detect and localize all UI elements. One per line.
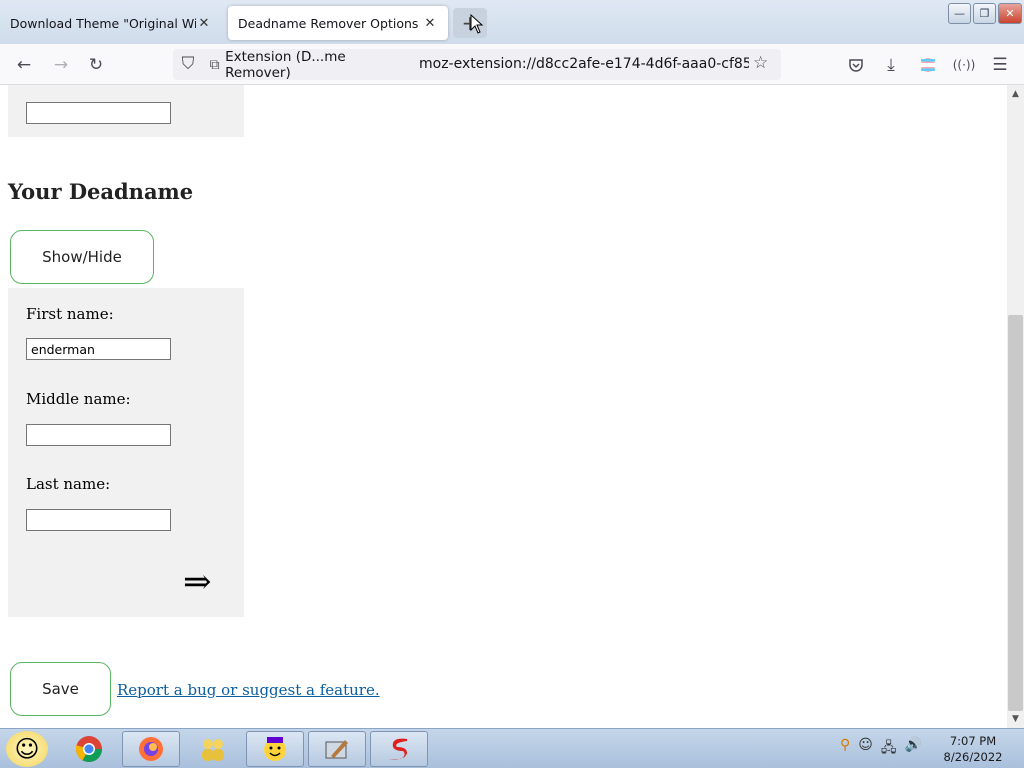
chat-icon[interactable]: ☺: [858, 737, 873, 761]
system-tray: ⚲ ☺ 🖧 🔊: [840, 737, 922, 761]
tab-label: Deadname Remover Options: [238, 15, 419, 31]
tab-deadname-options[interactable]: Deadname Remover Options ✕: [228, 6, 448, 40]
identity-box[interactable]: ⧉ Extension (D...me Remover): [204, 49, 408, 81]
save-button[interactable]: Save: [10, 662, 111, 716]
yahoo-messenger-icon[interactable]: [246, 731, 304, 767]
vertical-scrollbar[interactable]: ▲ ▼: [1007, 85, 1024, 728]
first-name-field[interactable]: [26, 338, 171, 360]
show-hide-button[interactable]: Show/Hide: [10, 230, 154, 284]
close-window-button[interactable]: ✕: [998, 3, 1022, 24]
nav-toolbar: ← → ↻ ⛉ ⧉ Extension (D...me Remover) moz…: [0, 44, 1024, 85]
next-arrow-icon[interactable]: ⇒: [183, 565, 212, 599]
url-bar[interactable]: ⛉ ⧉ Extension (D...me Remover) moz-exten…: [173, 49, 781, 81]
restore-button[interactable]: ❐: [973, 3, 996, 24]
forward-icon[interactable]: →: [48, 52, 74, 78]
search-icon[interactable]: ⚲: [840, 737, 850, 761]
volume-icon[interactable]: 🔊: [905, 737, 922, 761]
extension-flag-icon[interactable]: [915, 52, 941, 78]
first-name-label: First name:: [26, 305, 114, 323]
tab-download-theme[interactable]: Download Theme "Original Window ✕: [0, 6, 222, 40]
middle-name-field[interactable]: [26, 424, 171, 446]
close-icon[interactable]: ✕: [422, 16, 438, 31]
menu-icon[interactable]: ☰: [987, 52, 1013, 78]
report-bug-link[interactable]: Report a bug or suggest a feature.: [117, 681, 380, 699]
scroll-up-icon[interactable]: ▲: [1007, 87, 1024, 101]
users-icon[interactable]: [184, 731, 242, 767]
bookmark-star-icon[interactable]: ☆: [753, 53, 768, 73]
puzzle-icon: ⧉: [209, 56, 220, 73]
middle-name-label: Middle name:: [26, 390, 131, 408]
deadname-panel: First name: Middle name: Last name: ⇒: [8, 288, 244, 617]
options-page: Your Deadname Show/Hide First name: Midd…: [0, 85, 1007, 728]
tab-label: Download Theme "Original Window: [10, 15, 196, 31]
url-text[interactable]: moz-extension://d8cc2afe-e174-4d6f-aaa0-…: [419, 56, 749, 72]
network-icon[interactable]: 🖧: [881, 737, 897, 761]
red-s-app-icon[interactable]: [370, 731, 428, 767]
clock-time: 7:07 PM: [949, 734, 997, 748]
identity-label: Extension (D...me Remover): [225, 48, 346, 81]
shield-icon[interactable]: ⛉: [175, 51, 201, 77]
last-name-label: Last name:: [26, 475, 111, 493]
window-controls: — ❐ ✕: [948, 3, 1022, 24]
taskbar-clock[interactable]: 7:07 PM 8/26/2022: [940, 733, 1006, 765]
pocket-icon[interactable]: [843, 52, 869, 78]
close-icon[interactable]: ✕: [196, 16, 212, 31]
downloads-icon[interactable]: ⤓: [878, 52, 904, 78]
last-name-field[interactable]: [26, 509, 171, 531]
scroll-down-icon[interactable]: ▼: [1007, 712, 1024, 726]
paint-app-icon[interactable]: [308, 731, 366, 767]
back-icon[interactable]: ←: [11, 52, 37, 78]
start-button[interactable]: ☺: [6, 731, 48, 767]
chrome-icon[interactable]: [60, 731, 118, 767]
taskbar: ☺ ⚲ ☺ 🖧 🔊 7:07 PM 8/26/2022: [0, 728, 1024, 768]
page-title: Your Deadname: [8, 179, 194, 204]
clock-date: 8/26/2022: [943, 750, 1003, 764]
previous-settings-panel: [8, 85, 244, 137]
minimize-button[interactable]: —: [948, 3, 971, 24]
tab-strip: Download Theme "Original Window ✕ Deadna…: [0, 0, 1024, 44]
extension-icon[interactable]: ((·)): [951, 52, 977, 78]
reload-icon[interactable]: ↻: [83, 52, 109, 78]
scroll-thumb[interactable]: [1008, 315, 1023, 711]
top-text-field[interactable]: [26, 102, 171, 124]
mouse-cursor-icon: [470, 14, 484, 34]
firefox-icon[interactable]: [122, 731, 180, 767]
